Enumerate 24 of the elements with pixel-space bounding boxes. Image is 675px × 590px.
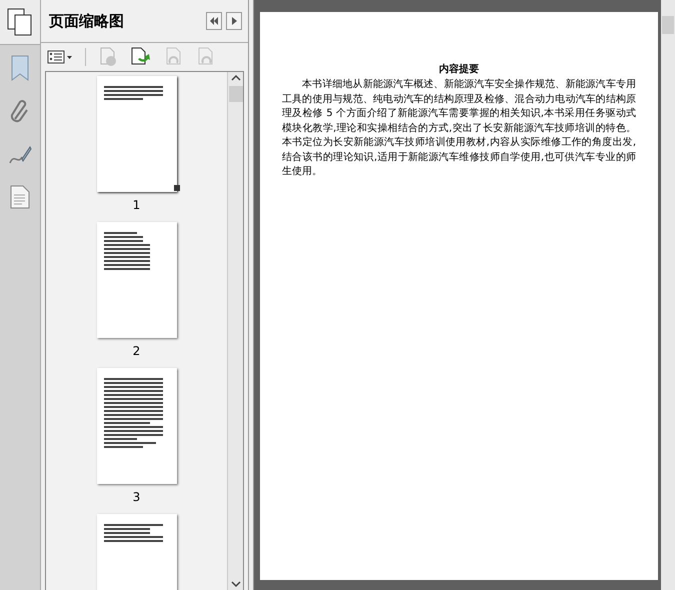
page-number: 1 [132, 198, 140, 212]
page-number: 3 [132, 490, 140, 504]
document-heading: 内容提要 [438, 62, 480, 76]
view-box-handle[interactable] [174, 185, 180, 191]
page-number: 2 [132, 344, 140, 358]
scrollbar-thumb[interactable] [662, 16, 674, 34]
panel-title: 页面缩略图 [48, 12, 125, 30]
page-thumbnail-drawing[interactable] [96, 368, 176, 484]
summary-paragraph: 本书详细地从新能源汽车概述、新能源汽车安全操作规范、新能源汽车专用工具的使用与规范、纯电动汽车的结构原理及检修、混合动力电动汽车的结构原理及检修 5 个方面介绍了新能源汽车需要掌握的相关知识,本书采用任务驱动式模块化教学,理论和实操相结合的方式,突出了长安新能源汽车技师培训的特色。本书定位为长安新能源汽车技师培训使用教材,内容从实际维修工作的角度出发,结合该书的理论知识,适用于新能源汽车维修技师自学使用,也可供汽车专业的师生使用。 [282, 78, 636, 179]
collapse-button[interactable] [206, 12, 222, 30]
document-scrollbar[interactable] [661, 0, 675, 590]
pages-icon[interactable] [7, 8, 33, 36]
next-button[interactable] [226, 12, 242, 30]
right-arrow-icon [229, 16, 239, 26]
scrollbar[interactable] [227, 72, 243, 590]
double-left-arrow-icon [209, 16, 219, 26]
document-icon[interactable] [10, 185, 30, 209]
insert-page-icon[interactable] [130, 47, 152, 67]
options-button[interactable] [47, 50, 73, 64]
splitter-handle[interactable] [248, 0, 254, 590]
scrollbar-thumb[interactable] [228, 86, 242, 102]
page-thumbnail-drawing[interactable] [96, 222, 176, 338]
scroll-up-icon[interactable] [230, 74, 240, 82]
scroll-down-icon[interactable] [230, 580, 240, 588]
